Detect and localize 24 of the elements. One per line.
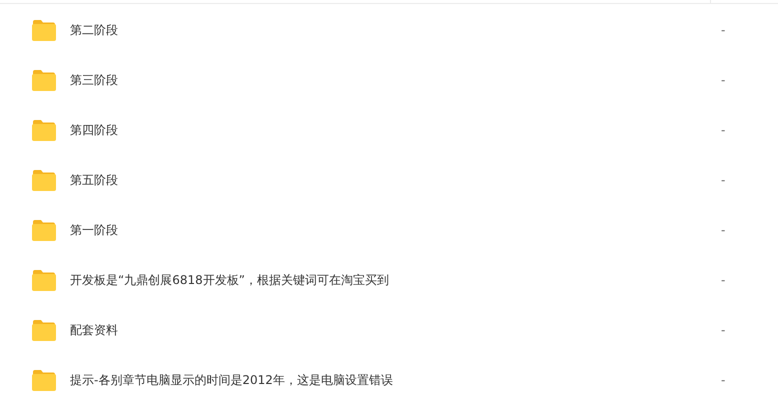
folder-name[interactable]: 第三阶段 <box>70 72 710 88</box>
file-size: - <box>720 223 726 237</box>
folder-icon <box>32 220 56 240</box>
folder-name[interactable]: 配套资料 <box>70 322 710 338</box>
folder-name[interactable]: 第四阶段 <box>70 122 710 138</box>
file-size: - <box>720 173 726 187</box>
file-size: - <box>720 123 726 137</box>
folder-icon <box>32 320 56 340</box>
folder-icon <box>32 70 56 90</box>
folder-icon <box>32 170 56 190</box>
file-size: - <box>720 73 726 87</box>
file-size: - <box>720 373 726 387</box>
folder-name[interactable]: 提示-各别章节电脑显示的时间是2012年，这是电脑设置错误 <box>70 372 710 388</box>
file-size: - <box>720 323 726 337</box>
folder-icon <box>32 120 56 140</box>
folder-icon <box>32 270 56 290</box>
folder-icon <box>32 370 56 390</box>
folder-icon <box>32 20 56 40</box>
folder-name[interactable]: 第二阶段 <box>70 22 710 38</box>
folder-name[interactable]: 第五阶段 <box>70 172 710 188</box>
folder-name[interactable]: 第一阶段 <box>70 222 710 238</box>
file-size: - <box>720 23 726 37</box>
folder-name[interactable]: 开发板是“九鼎创展6818开发板”，根据关键词可在淘宝买到 <box>70 272 710 288</box>
file-size: - <box>720 273 726 287</box>
